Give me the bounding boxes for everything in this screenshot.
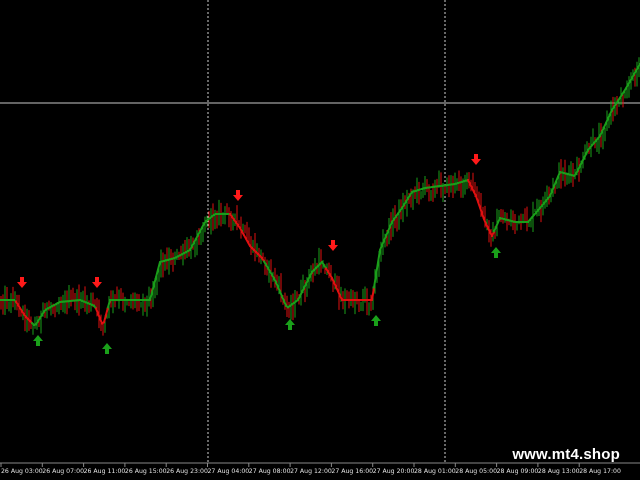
trend-line-segment (375, 261, 379, 276)
x-tick-label: 28 Aug 05:00 (455, 468, 497, 475)
sell-arrow-icon (328, 240, 338, 251)
buy-arrow-icon (285, 319, 295, 330)
trend-line-segment (151, 283, 155, 294)
sell-arrow-icon (17, 277, 27, 288)
time-axis: 26 Aug 03:00 26 Aug 07:00 26 Aug 11:00 26 A… (0, 463, 621, 475)
buy-arrow-icon (491, 247, 501, 258)
buy-arrow-icon (102, 343, 112, 354)
trend-line-segment (157, 261, 161, 271)
trend-line-segment (105, 306, 109, 316)
x-tick-label: 28 Aug 17:00 (579, 468, 621, 475)
trend-line-segment (149, 291, 153, 301)
x-tick-label: 27 Aug 16:00 (331, 468, 373, 475)
trend-line-segment (153, 276, 157, 286)
x-tick-label: 26 Aug 11:00 (84, 468, 126, 475)
session-separators (207, 0, 446, 463)
buy-arrow-icon (33, 335, 43, 346)
trend-line-segment (377, 249, 381, 264)
watermark: www.mt4.shop (512, 446, 620, 463)
x-tick-label: 27 Aug 12:00 (290, 468, 332, 475)
trend-line-segment (103, 313, 107, 324)
sell-arrow-icon (92, 277, 102, 288)
candles-layer (0, 57, 640, 336)
x-tick-label: 26 Aug 07:00 (42, 468, 84, 475)
trend-line-segment (155, 268, 159, 279)
x-tick-label: 28 Aug 13:00 (538, 468, 580, 475)
trend-line-segment (371, 286, 375, 301)
x-tick-label: 28 Aug 09:00 (497, 468, 539, 475)
x-tick-label: 28 Aug 01:00 (414, 468, 456, 475)
trend-line-segment (107, 299, 111, 309)
x-tick-label: 26 Aug 03:00 (1, 468, 43, 475)
x-tick-label: 27 Aug 20:00 (373, 468, 415, 475)
x-tick-label: 27 Aug 08:00 (249, 468, 291, 475)
sell-arrow-icon (471, 154, 481, 165)
trend-line-segment (373, 274, 377, 289)
x-tick-label: 26 Aug 15:00 (125, 468, 167, 475)
x-tick-label: 27 Aug 04:00 (208, 468, 250, 475)
x-tick-label: 26 Aug 23:00 (166, 468, 208, 475)
price-chart[interactable]: 26 Aug 03:00 26 Aug 07:00 26 Aug 11:00 26 A… (0, 0, 640, 480)
sell-arrow-icon (233, 190, 243, 201)
buy-arrow-icon (371, 315, 381, 326)
